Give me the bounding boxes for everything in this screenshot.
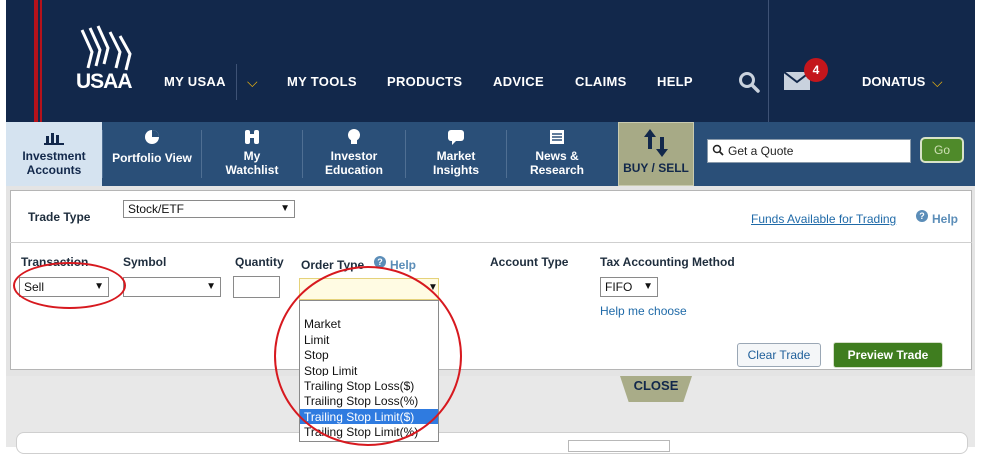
buy-sell-button[interactable]: BUY / SELL (618, 122, 694, 186)
quantity-label: Quantity (235, 255, 284, 269)
tab-news-research[interactable]: News & Research (507, 122, 607, 186)
nav-claims[interactable]: CLAIMS (575, 74, 627, 89)
tab-label: News & Research (529, 149, 585, 177)
get-quote-input[interactable]: Get a Quote (707, 139, 911, 163)
dropdown-arrow-icon: ▼ (643, 281, 653, 292)
tab-label: Portfolio View (112, 151, 192, 165)
nav-divider (236, 64, 237, 100)
clear-trade-button[interactable]: Clear Trade (737, 343, 821, 367)
symbol-select[interactable]: ▼ (123, 277, 221, 297)
tab-my-watchlist[interactable]: My Watchlist (202, 122, 302, 186)
buy-sell-arrows-icon (644, 129, 668, 157)
speech-bubble-icon (448, 130, 464, 145)
bar-chart-icon (44, 133, 64, 145)
tax-method-select[interactable]: FIFO ▼ (600, 277, 658, 297)
tab-market-insights[interactable]: Market Insights (406, 122, 506, 186)
tab-label: Investor Education (324, 149, 383, 177)
buy-sell-label: BUY / SELL (623, 161, 689, 175)
dropdown-arrow-icon: ▼ (280, 203, 290, 214)
tab-investor-education[interactable]: Investor Education (303, 122, 405, 186)
help-icon[interactable]: ? (916, 210, 928, 222)
lower-card (16, 432, 968, 454)
search-icon (712, 144, 724, 156)
user-menu[interactable]: DONATUS (862, 74, 925, 89)
trade-type-select[interactable]: Stock/ETF ▼ (123, 200, 295, 218)
tab-label: My Watchlist (225, 149, 279, 177)
nav-products[interactable]: PRODUCTS (387, 74, 462, 89)
logo-text[interactable]: USAA (76, 70, 133, 94)
tax-method-label: Tax Accounting Method (600, 255, 735, 269)
close-button[interactable]: CLOSE (620, 376, 692, 402)
preview-trade-button[interactable]: Preview Trade (833, 342, 943, 368)
help-link[interactable]: Help (932, 212, 958, 226)
go-button[interactable]: Go (920, 137, 964, 163)
mail-count-badge: 4 (804, 58, 828, 82)
panel-divider (10, 242, 972, 243)
chevron-down-icon[interactable]: ⌵ (247, 74, 258, 91)
nav-help[interactable]: HELP (657, 74, 693, 89)
tab-investment-accounts[interactable]: Investment Accounts (6, 122, 102, 186)
tab-portfolio-view[interactable]: Portfolio View (103, 122, 201, 186)
newspaper-icon (550, 130, 564, 144)
search-icon[interactable] (738, 71, 760, 93)
nav-advice[interactable]: ADVICE (493, 74, 544, 89)
funds-available-link[interactable]: Funds Available for Trading (751, 212, 896, 226)
brand-stripe (34, 0, 38, 122)
dropdown-arrow-icon: ▼ (206, 281, 216, 292)
binoculars-icon (245, 130, 259, 144)
chevron-down-icon[interactable]: ⌵ (932, 74, 943, 91)
tab-label: Market Insights (432, 149, 479, 177)
quantity-input[interactable] (233, 276, 280, 298)
page-left-edge (0, 0, 6, 447)
lower-card-field (568, 440, 670, 452)
nav-my-usaa[interactable]: MY USAA (164, 74, 226, 89)
account-type-label: Account Type (490, 255, 569, 269)
top-header (0, 0, 982, 122)
pie-chart-icon (145, 130, 159, 144)
brand-stripe-thin (40, 0, 42, 122)
nav-my-tools[interactable]: MY TOOLS (287, 74, 357, 89)
trade-type-label: Trade Type (28, 210, 91, 224)
annotation-circle-transaction (13, 262, 126, 309)
trade-type-value: Stock/ETF (128, 202, 185, 216)
annotation-circle-order-type (274, 266, 462, 446)
symbol-label: Symbol (123, 255, 167, 269)
lightbulb-icon (348, 129, 360, 144)
page-right-edge (975, 0, 982, 447)
tab-label: Investment Accounts (22, 149, 86, 177)
tax-method-value: FIFO (605, 280, 633, 294)
help-me-choose-link[interactable]: Help me choose (600, 304, 687, 318)
header-divider (768, 0, 769, 122)
